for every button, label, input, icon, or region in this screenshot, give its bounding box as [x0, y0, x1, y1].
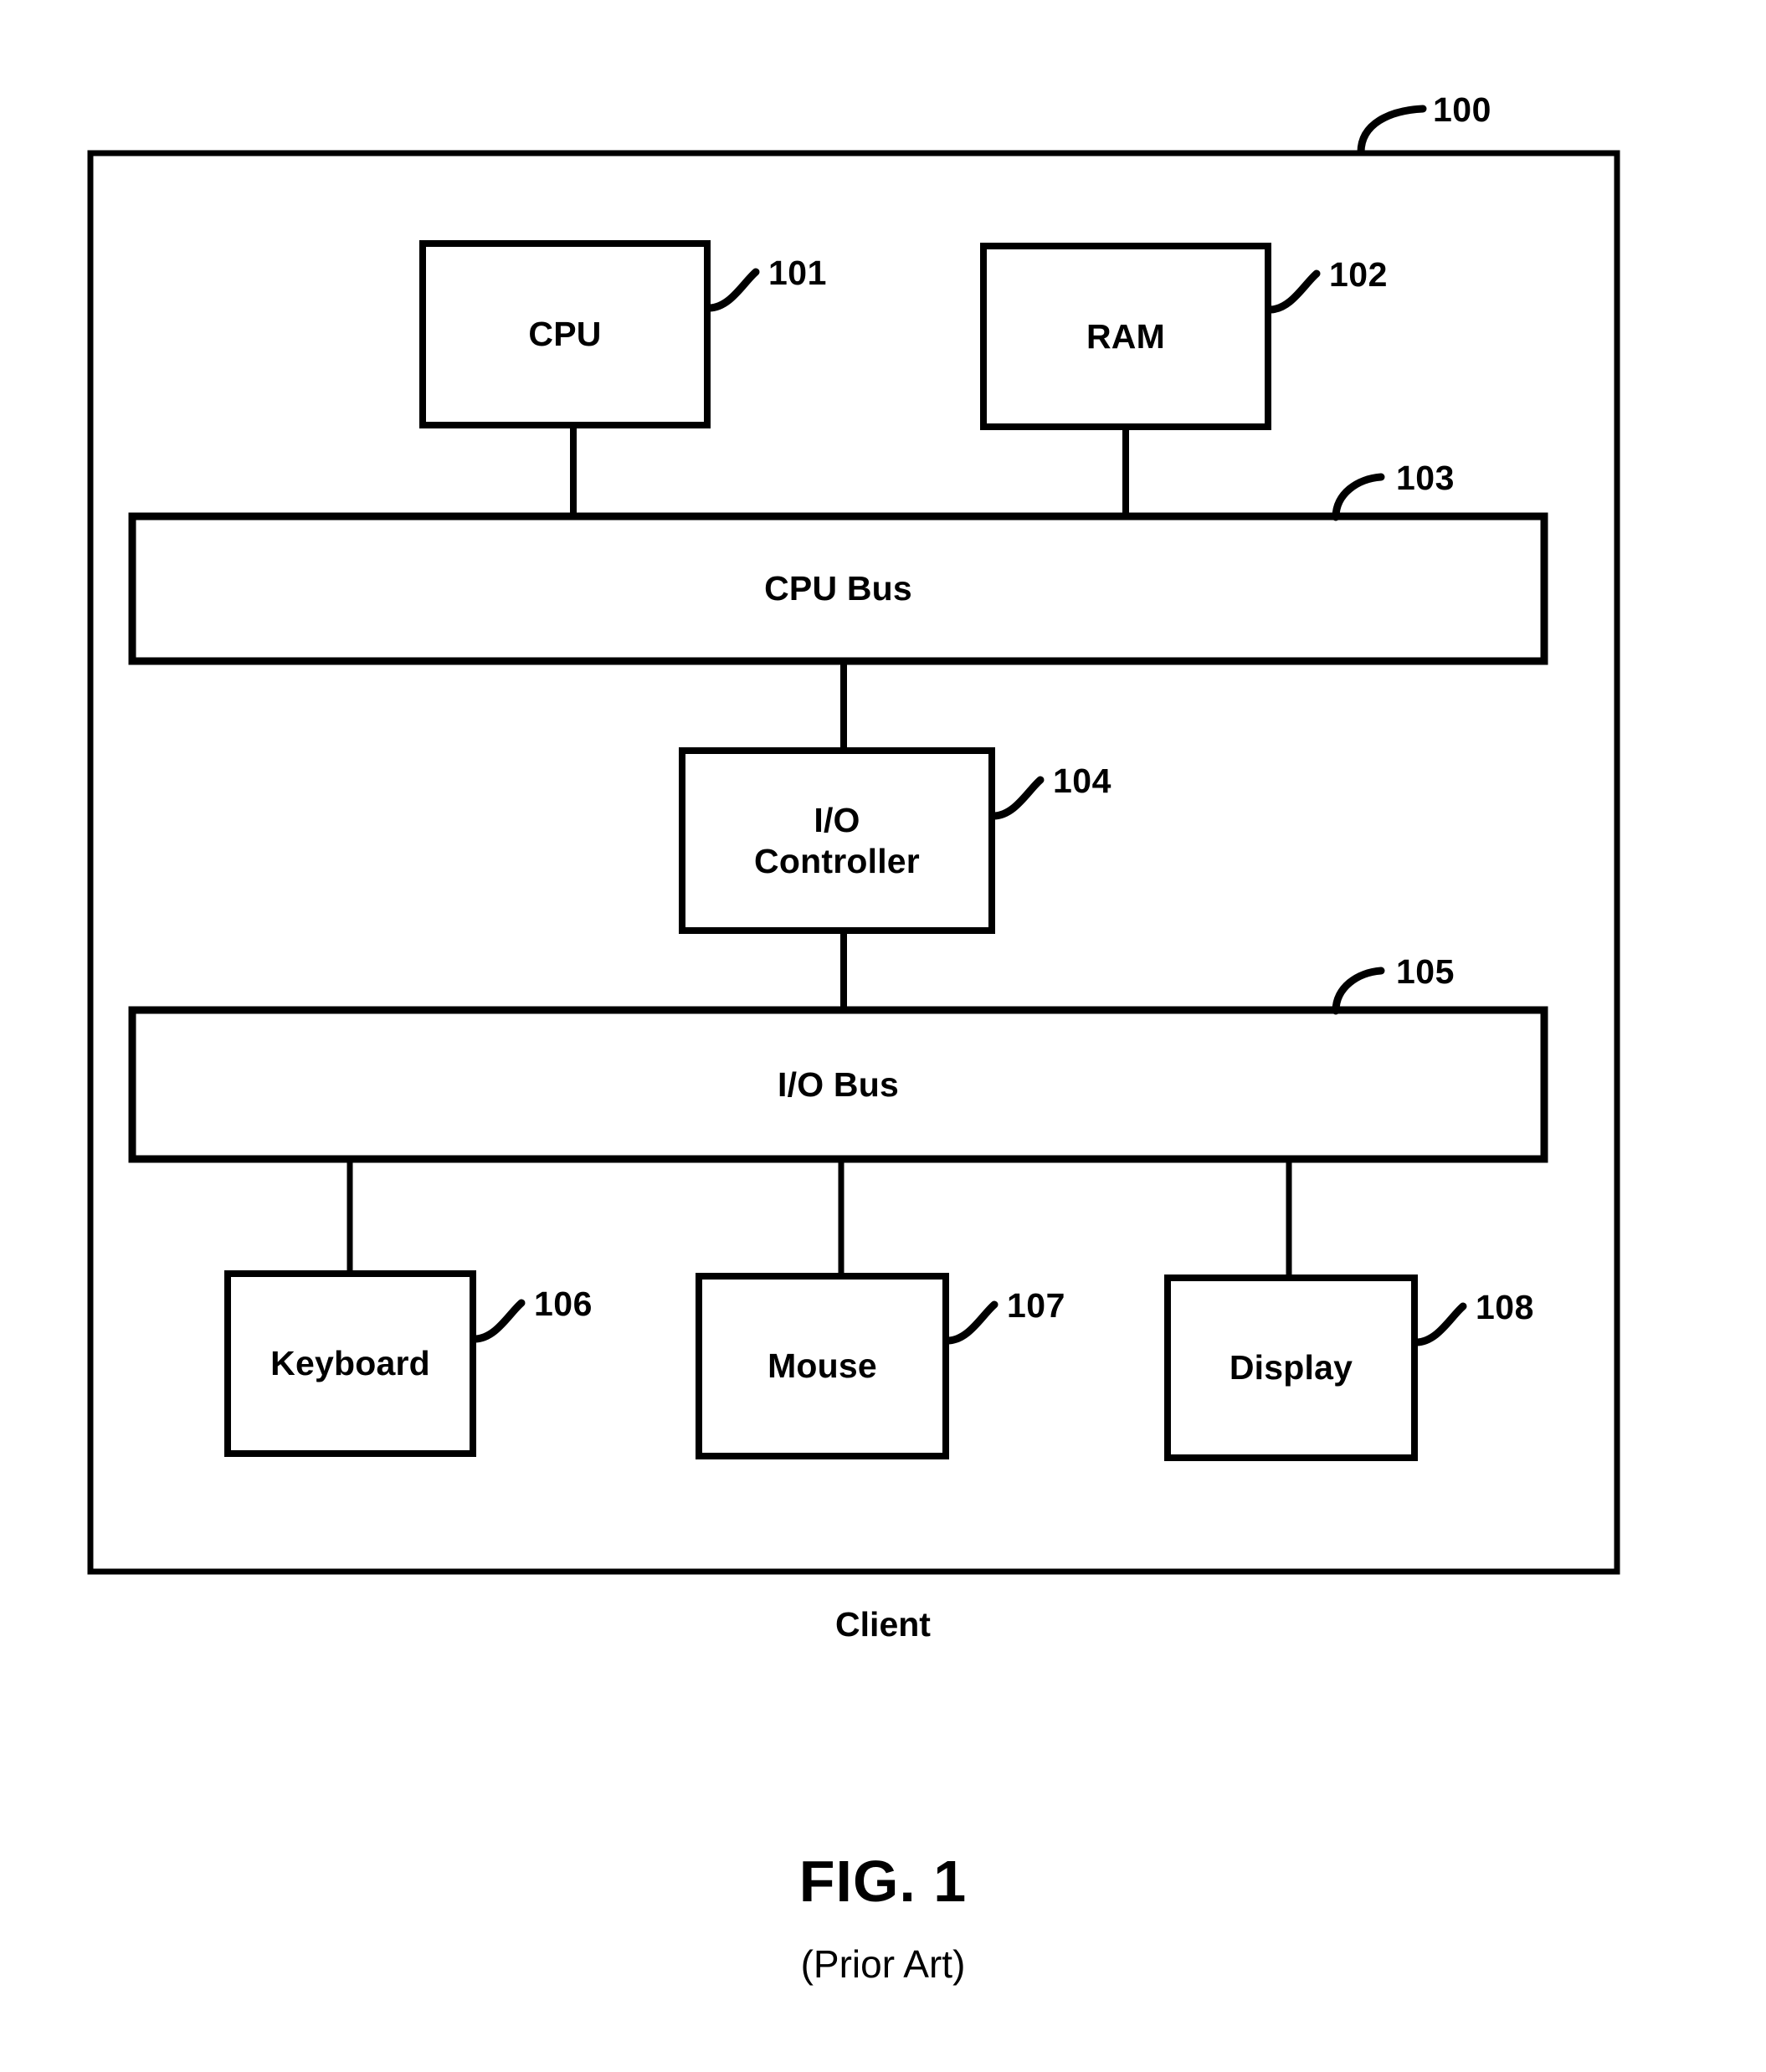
reference-numeral-103: 103	[1396, 459, 1455, 497]
reference-numeral-106: 106	[534, 1285, 593, 1323]
ram-box-label: RAM	[1086, 316, 1165, 356]
leader-line-100	[1357, 105, 1427, 156]
figure-canvas: CPU RAM CPU Bus I/O Controller I/O Bus K…	[0, 0, 1766, 2072]
reference-numeral-108: 108	[1476, 1288, 1534, 1326]
leader-line-105	[1332, 967, 1385, 1015]
reference-numeral-104: 104	[1053, 762, 1111, 800]
reference-numeral-100: 100	[1433, 90, 1491, 129]
leader-line-108	[1412, 1302, 1467, 1346]
figure-caption: FIG. 1	[798, 1849, 968, 1914]
display-box-label: Display	[1229, 1348, 1353, 1387]
io-controller-label: I/O Controller	[754, 801, 920, 880]
io-bus-label: I/O Bus	[778, 1064, 899, 1104]
mouse-box-label: Mouse	[767, 1346, 877, 1386]
reference-numeral-101: 101	[768, 254, 827, 292]
leader-line-102	[1265, 269, 1321, 314]
reference-numeral-107: 107	[1007, 1286, 1065, 1325]
leader-line-106	[470, 1299, 526, 1343]
reference-numeral-102: 102	[1329, 255, 1388, 294]
reference-numeral-105: 105	[1396, 952, 1455, 991]
leader-line-101	[705, 268, 760, 312]
outer-system-caption: Client	[835, 1605, 931, 1644]
cpu-bus-label: CPU Bus	[764, 569, 912, 608]
figure-subcaption: (Prior Art)	[800, 1942, 966, 1986]
keyboard-box-label: Keyboard	[270, 1344, 430, 1383]
leader-line-104	[989, 776, 1045, 820]
leader-line-103	[1332, 473, 1385, 521]
cpu-box-label: CPU	[528, 315, 602, 354]
leader-line-107	[943, 1300, 999, 1345]
